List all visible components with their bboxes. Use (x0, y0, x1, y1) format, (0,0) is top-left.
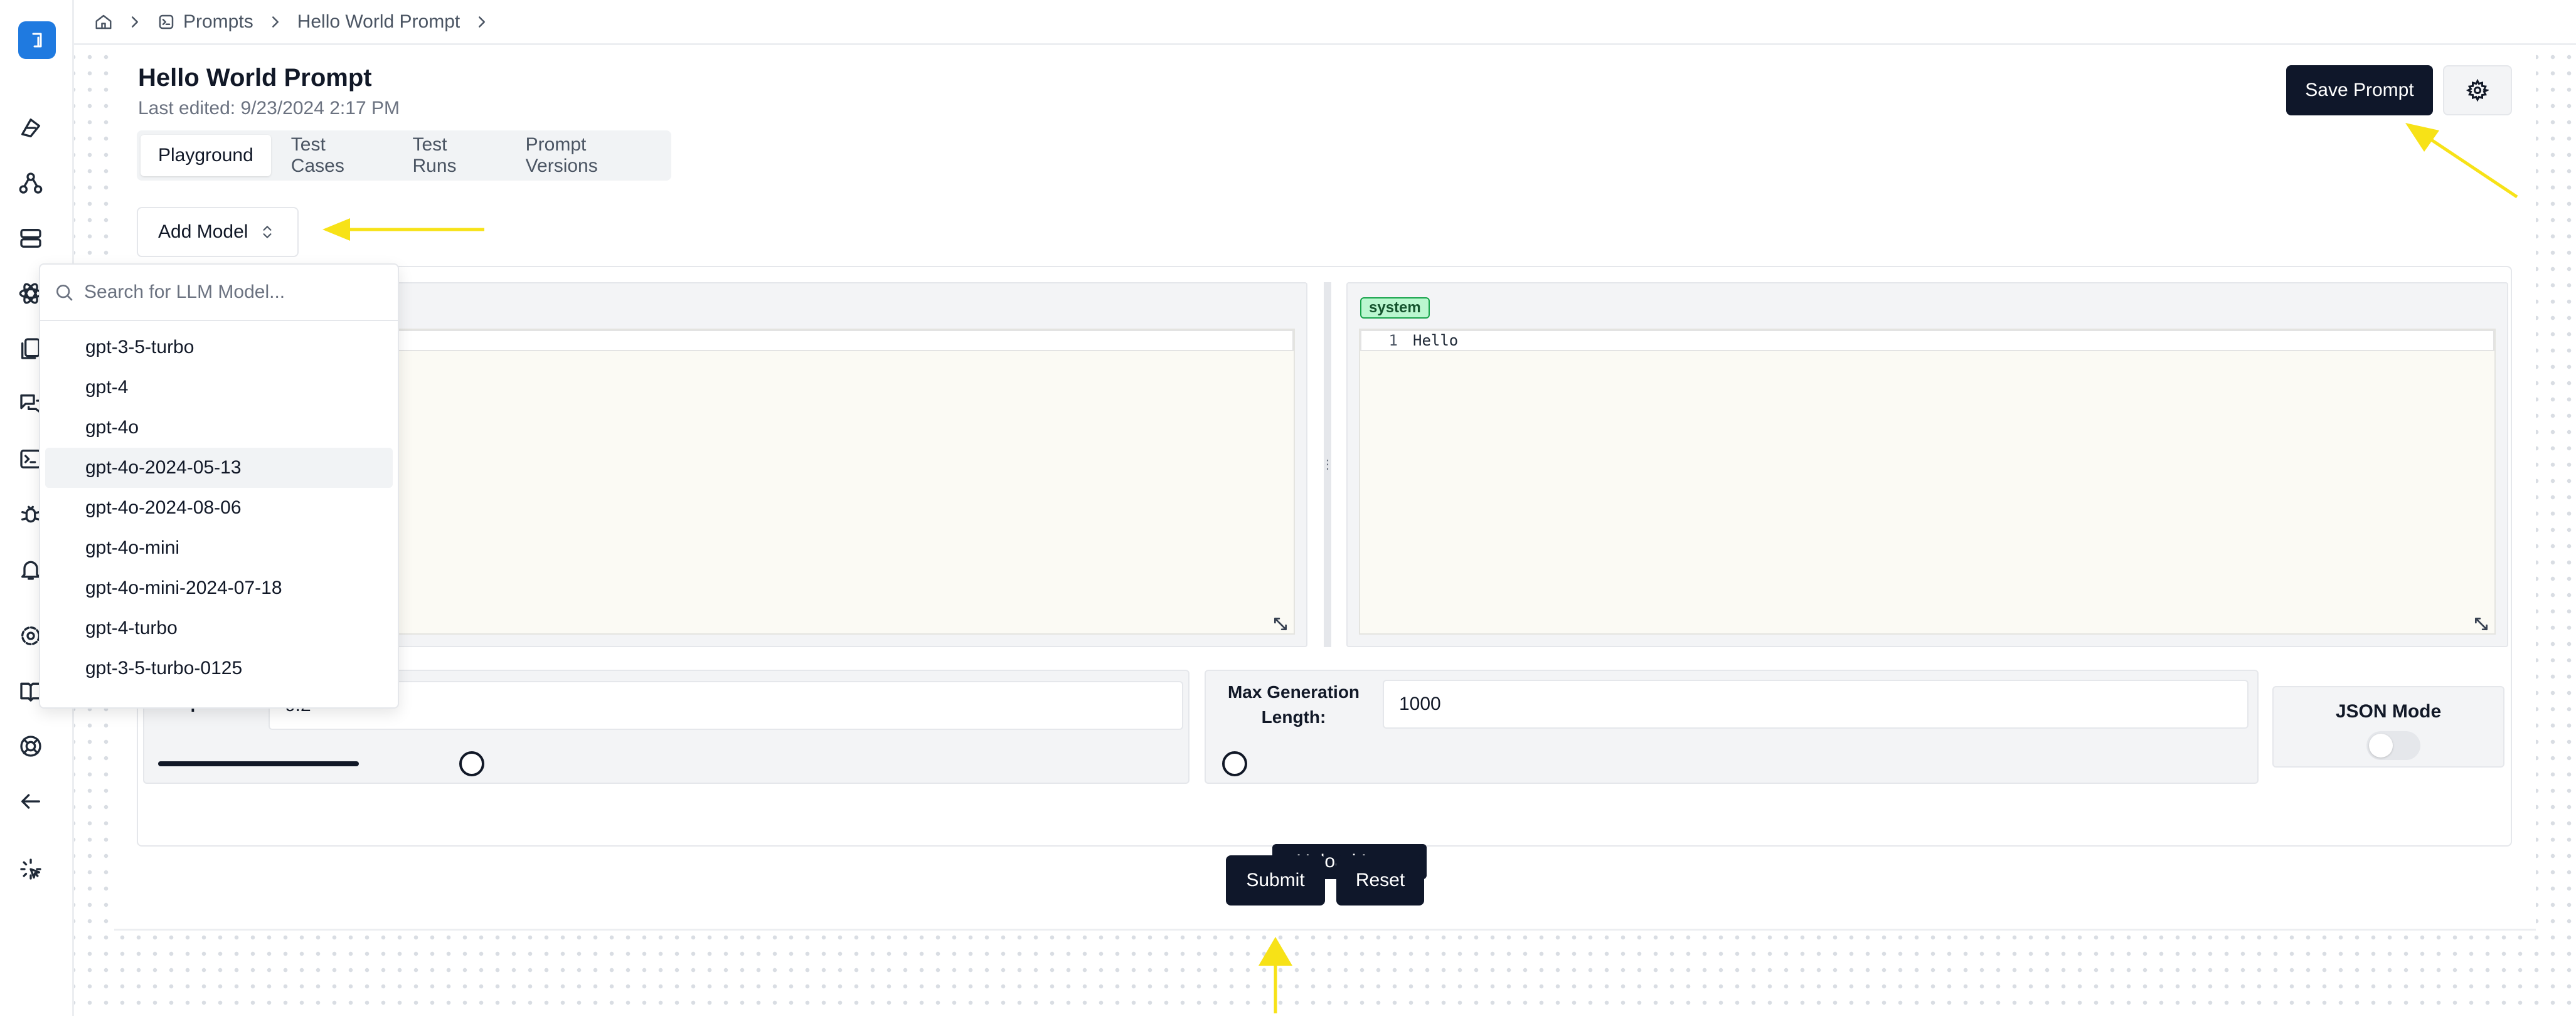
max-length-label: Max Generation Length: (1227, 682, 1360, 727)
chevron-up-down-icon (263, 226, 272, 238)
expand-icon[interactable] (2473, 616, 2489, 632)
model-option[interactable]: gpt-4o-2024-08-06 (45, 488, 393, 528)
save-prompt-button[interactable]: Save Prompt (2286, 65, 2433, 115)
prompt-icon (159, 14, 174, 29)
tab-test-cases[interactable]: Test Cases (274, 134, 393, 176)
chevron-right-icon (272, 16, 279, 28)
breadcrumb-prompts[interactable]: Prompts (157, 11, 253, 33)
json-mode-label: JSON Mode (2335, 701, 2442, 722)
help-icon[interactable] (18, 734, 43, 759)
breadcrumb-label: Prompts (183, 11, 253, 32)
submit-button[interactable]: Submit (1226, 855, 1325, 905)
tab-test-runs[interactable]: Test Runs (395, 134, 505, 176)
home-icon (95, 14, 112, 29)
json-mode-toggle[interactable] (2366, 731, 2420, 760)
add-model-button[interactable]: Add Model (137, 207, 299, 257)
model-search-input[interactable] (84, 282, 373, 303)
grip-icon: ⋮ (1321, 458, 1334, 472)
tab-playground[interactable]: Playground (141, 135, 271, 176)
code-editor[interactable]: 1 Hello (1359, 329, 2496, 635)
resize-handle[interactable]: ⋮ (1321, 282, 1334, 647)
add-model-label: Add Model (158, 221, 248, 242)
workflows-icon[interactable] (18, 171, 43, 196)
chevron-right-icon (132, 16, 138, 28)
model-options-list: gpt-3-5-turbo gpt-4 gpt-4o gpt-4o-2024-05-1… (45, 327, 393, 689)
max-length-slider-thumb[interactable] (1222, 751, 1247, 776)
search-icon (56, 285, 73, 301)
breadcrumb-label: Hello World Prompt (297, 11, 460, 32)
annotation-arrow-submit (1253, 934, 1297, 1019)
model-dropdown: gpt-3-5-turbogpt-4gpt-4ogpt-4o-2024-05-1… (39, 263, 399, 709)
editor-line: 1 Hello (1360, 330, 2494, 351)
model-option[interactable]: gpt-4-turbo (45, 608, 393, 648)
annotation-arrow-save (2398, 119, 2523, 210)
app-logo[interactable] (18, 21, 56, 59)
breadcrumb: Prompts Hello World Prompt (74, 0, 2576, 45)
temperature-slider-track (158, 761, 359, 766)
model-area: ⋮ system 1 Hello Temperature: 0.2 (137, 266, 2512, 879)
line-text: Hello (1413, 332, 1459, 349)
json-mode-box: JSON Mode (2272, 686, 2504, 768)
tab-bar: Playground Test Cases Test Runs Prompt V… (137, 130, 671, 181)
page-title: Hello World Prompt (138, 64, 372, 92)
breadcrumb-home[interactable] (94, 13, 113, 31)
temperature-slider-thumb[interactable] (459, 751, 484, 776)
datasets-icon[interactable] (18, 226, 43, 251)
max-length-param: Max Generation Length: 1000 (1205, 670, 2259, 784)
page-background: Prompts Hello World Prompt Hello World P… (0, 0, 2576, 1016)
tab-prompt-versions[interactable]: Prompt Versions (508, 134, 668, 176)
model-option[interactable]: gpt-4o (45, 408, 393, 448)
prompt-settings-button[interactable] (2443, 65, 2512, 115)
model-option[interactable]: gpt-3-5-turbo (45, 327, 393, 367)
annotation-arrow-add-model (320, 213, 489, 248)
model-option[interactable]: gpt-4o-mini (45, 528, 393, 568)
prompts-icon[interactable] (18, 115, 43, 140)
back-arrow-icon[interactable] (18, 789, 43, 814)
model-option[interactable]: gpt-3-5-turbo-0125 (45, 648, 393, 689)
model-editor-right[interactable]: system 1 Hello (1346, 282, 2508, 647)
last-edited: Last edited: 9/23/2024 2:17 PM (138, 98, 400, 119)
chevron-right-icon (479, 16, 486, 28)
expand-icon[interactable] (1272, 616, 1289, 632)
line-number: 1 (1388, 332, 1398, 349)
model-option[interactable]: gpt-4o-mini-2024-07-18 (45, 568, 393, 608)
main-panel: Hello World Prompt Last edited: 9/23/202… (114, 45, 2536, 931)
toggle-knob (2369, 734, 2393, 758)
max-length-input[interactable]: 1000 (1383, 680, 2249, 729)
model-search (40, 265, 398, 321)
role-badge[interactable]: system (1360, 297, 1430, 319)
reset-button[interactable]: Reset (1336, 855, 1424, 905)
model-option[interactable]: gpt-4 (45, 367, 393, 408)
gear-icon (2466, 79, 2489, 102)
temperature-input[interactable]: 0.2 (269, 681, 1183, 730)
agent-icon[interactable] (18, 857, 43, 882)
model-option[interactable]: gpt-4o-2024-05-13 (45, 448, 393, 488)
breadcrumb-current[interactable]: Hello World Prompt (297, 11, 460, 33)
